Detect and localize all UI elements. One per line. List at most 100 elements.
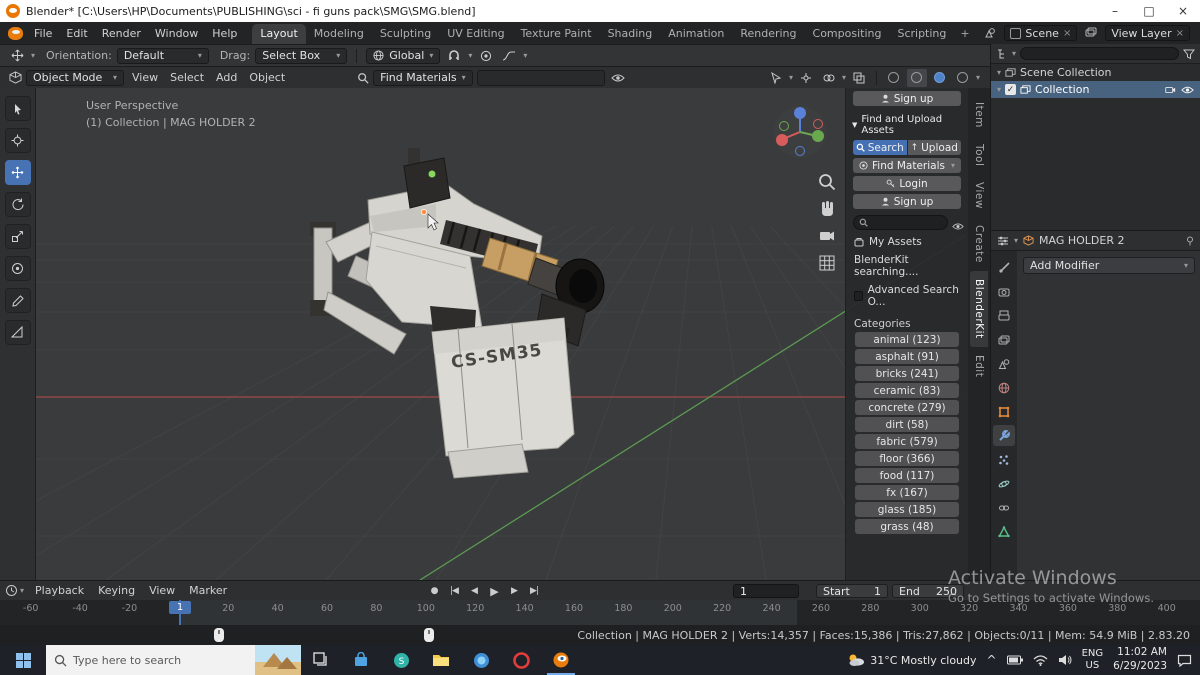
- menu-item[interactable]: Edit: [59, 22, 94, 44]
- tray-expand-icon[interactable]: ^: [987, 653, 997, 667]
- select-box-tool[interactable]: [4, 96, 31, 121]
- workspace-tab[interactable]: Shading: [600, 24, 661, 44]
- timeline-menu-item[interactable]: Marker: [182, 580, 234, 602]
- edge-browser-icon[interactable]: [461, 645, 501, 675]
- scene-properties-tab[interactable]: [993, 353, 1015, 374]
- chevron-down-icon[interactable]: ▾: [1012, 49, 1016, 58]
- battery-icon[interactable]: [1006, 655, 1023, 665]
- chevron-down-icon[interactable]: ▾: [976, 73, 980, 82]
- view-layer-selector[interactable]: View Layer ×: [1105, 25, 1190, 41]
- move-tool[interactable]: [4, 160, 31, 185]
- scene-dropdown-icon[interactable]: [981, 25, 999, 41]
- filter-funnel-icon[interactable]: [1183, 48, 1195, 60]
- chevron-down-icon[interactable]: ▾: [1014, 236, 1018, 245]
- chevron-down-icon[interactable]: ▾: [789, 73, 793, 82]
- scene-clear-icon[interactable]: ×: [1063, 28, 1071, 39]
- end-frame-field[interactable]: End 250: [892, 584, 964, 598]
- add-modifier-dropdown[interactable]: Add Modifier ▾: [1023, 257, 1195, 274]
- chevron-down-icon[interactable]: ▾: [842, 73, 846, 82]
- jump-to-start-button[interactable]: |◀: [445, 583, 463, 599]
- mode-dropdown[interactable]: Object Mode ▾: [26, 69, 124, 86]
- render-properties-tab[interactable]: [993, 281, 1015, 302]
- shading-wireframe-icon[interactable]: [884, 69, 904, 87]
- store-icon[interactable]: [341, 645, 381, 675]
- advanced-search-checkbox[interactable]: [854, 291, 863, 301]
- asset-type-dropdown[interactable]: Find Materials ▾: [853, 158, 961, 173]
- category-button[interactable]: bricks (241): [855, 366, 959, 381]
- category-button[interactable]: concrete (279): [855, 400, 959, 415]
- shading-material-icon[interactable]: [930, 69, 950, 87]
- category-button[interactable]: ceramic (83): [855, 383, 959, 398]
- category-button[interactable]: glass (185): [855, 502, 959, 517]
- world-properties-tab[interactable]: [993, 377, 1015, 398]
- search-highlight-image[interactable]: [255, 645, 301, 675]
- login-button[interactable]: Login: [853, 176, 961, 191]
- add-workspace-button[interactable]: +: [954, 27, 975, 40]
- xray-toggle-icon[interactable]: [849, 69, 869, 87]
- taskbar-search[interactable]: Type here to search: [46, 645, 301, 675]
- menu-item[interactable]: File: [27, 22, 59, 44]
- scene-collection-row[interactable]: ▾ Scene Collection: [991, 64, 1200, 81]
- category-button[interactable]: food (117): [855, 468, 959, 483]
- asset-search-input[interactable]: [853, 215, 948, 230]
- workspace-tab[interactable]: Modeling: [306, 24, 372, 44]
- timeline-editor-icon[interactable]: [5, 584, 18, 597]
- snap-dropdown-icon[interactable]: ▾: [468, 51, 472, 60]
- viewport-menu-item[interactable]: Add: [210, 67, 243, 89]
- falloff-chevron-icon[interactable]: ▾: [523, 51, 527, 60]
- workspace-tab[interactable]: Animation: [660, 24, 732, 44]
- file-explorer-icon[interactable]: [421, 645, 461, 675]
- viewport-menu-item[interactable]: Select: [164, 67, 210, 89]
- selectability-dropdown-icon[interactable]: [766, 69, 786, 87]
- gizmo-toggle-icon[interactable]: [796, 69, 816, 87]
- proportional-editing-icon[interactable]: [477, 48, 495, 64]
- gun-model[interactable]: CS-SM35: [206, 96, 676, 496]
- camera-view-icon[interactable]: [817, 226, 837, 246]
- outliner-search-input[interactable]: [1020, 47, 1179, 60]
- outliner-editor-icon[interactable]: [996, 48, 1008, 60]
- start-frame-field[interactable]: Start 1: [816, 584, 888, 598]
- viewport-3d[interactable]: User Perspective (1) Collection | MAG HO…: [36, 88, 990, 580]
- editor-type-icon[interactable]: [6, 70, 24, 86]
- advanced-search-row[interactable]: Advanced Search O...: [854, 284, 960, 308]
- category-button[interactable]: grass (48): [855, 519, 959, 534]
- active-tool-icon[interactable]: [8, 48, 26, 64]
- volume-icon[interactable]: [1058, 654, 1072, 666]
- transform-orientation-dropdown[interactable]: Global ▾: [366, 47, 441, 64]
- chevron-down-icon[interactable]: ▾: [20, 586, 24, 595]
- collection-row[interactable]: ▾ ✓ Collection: [991, 81, 1200, 98]
- notification-center-icon[interactable]: [1177, 654, 1192, 667]
- view-layer-properties-tab[interactable]: [993, 329, 1015, 350]
- timeline-ruler[interactable]: -60-40-200204060801001201401601802002202…: [0, 600, 1200, 625]
- sidebar-tab[interactable]: Edit: [970, 347, 988, 385]
- workspace-tab[interactable]: Layout: [252, 24, 306, 44]
- timeline-menu-item[interactable]: Keying: [91, 580, 142, 602]
- close-button[interactable]: ×: [1166, 0, 1200, 22]
- opera-browser-icon[interactable]: [501, 645, 541, 675]
- sidebar-tab[interactable]: Item: [970, 94, 988, 136]
- my-assets-row[interactable]: My Assets: [854, 236, 960, 248]
- expand-icon[interactable]: ▾: [997, 68, 1001, 77]
- annotate-tool[interactable]: [4, 288, 31, 313]
- transform-tool[interactable]: [4, 256, 31, 281]
- category-button[interactable]: floor (366): [855, 451, 959, 466]
- object-properties-tab[interactable]: [993, 401, 1015, 422]
- search-tab[interactable]: Search: [853, 140, 907, 155]
- workspace-tab[interactable]: Sculpting: [372, 24, 439, 44]
- prev-keyframe-button[interactable]: ◀: [465, 583, 483, 599]
- timeline-menu-item[interactable]: View: [142, 580, 182, 602]
- auto-key-record-button[interactable]: ●: [425, 583, 443, 599]
- category-button[interactable]: animal (123): [855, 332, 959, 347]
- workspace-tab[interactable]: Rendering: [732, 24, 804, 44]
- upload-tab[interactable]: ↑ Upload: [907, 140, 961, 155]
- panel-section-header[interactable]: ▼ Find and Upload Assets: [852, 114, 962, 136]
- workspace-tab[interactable]: Compositing: [805, 24, 890, 44]
- category-button[interactable]: dirt (58): [855, 417, 959, 432]
- current-frame-marker[interactable]: 1: [169, 601, 191, 614]
- collection-checkbox[interactable]: ✓: [1005, 84, 1017, 95]
- clock-widget[interactable]: 11:02 AM 6/29/2023: [1113, 646, 1167, 673]
- shading-solid-icon[interactable]: [906, 68, 927, 87]
- measure-tool[interactable]: [4, 320, 31, 345]
- overlays-toggle-icon[interactable]: [819, 69, 839, 87]
- rotate-tool[interactable]: [4, 192, 31, 217]
